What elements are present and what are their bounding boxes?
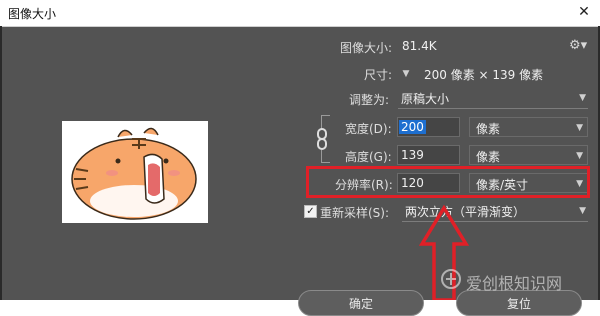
image-size-value: 81.4K <box>402 39 437 53</box>
height-label: 高度(G): <box>345 150 392 164</box>
dimensions-label: 尺寸: <box>364 68 393 82</box>
dimensions-value: 200 像素 × 139 像素 <box>424 68 544 82</box>
watermark-logo-icon <box>441 269 461 289</box>
image-preview <box>62 121 208 223</box>
width-unit: 像素 <box>476 122 501 136</box>
close-icon[interactable]: ✕ <box>574 2 594 22</box>
resample-checkbox[interactable]: ✓ <box>304 205 317 218</box>
width-input[interactable]: 200 <box>397 117 460 137</box>
height-unit: 像素 <box>476 150 501 164</box>
height-unit-select[interactable]: 像素 ▼ <box>469 145 588 165</box>
chevron-down-icon: ▼ <box>576 123 583 133</box>
chevron-down-icon[interactable]: ▼ <box>401 69 411 79</box>
height-input[interactable]: 139 <box>397 145 460 165</box>
reset-button-label: 复位 <box>506 297 531 311</box>
window-frame-left <box>0 26 2 300</box>
width-label: 宽度(D): <box>345 122 392 136</box>
link-chain-icon[interactable] <box>315 128 329 150</box>
chevron-down-icon: ▼ <box>579 93 586 103</box>
image-size-label: 图像大小: <box>340 41 393 55</box>
image-size-dialog: 图像大小 ✕ 图像大小: 81.4K ⚙▾ 尺寸: ▼ 200 像素 × 139… <box>0 0 600 316</box>
width-value: 200 <box>399 120 426 134</box>
highlight-box <box>306 166 590 198</box>
fit-to-label: 调整为: <box>349 93 390 107</box>
height-value: 139 <box>401 148 424 162</box>
fit-to-value: 原稿大小 <box>401 92 450 106</box>
ok-button-label: 确定 <box>348 297 373 311</box>
fit-to-dropdown[interactable]: 原稿大小 ▼ <box>398 88 588 109</box>
width-unit-select[interactable]: 像素 ▼ <box>469 117 588 137</box>
title-bar: 图像大小 ✕ <box>0 0 600 27</box>
ok-button[interactable]: 确定 <box>298 290 424 316</box>
watermark-text: 爱创根知识网 <box>466 274 563 293</box>
chevron-down-icon: ▼ <box>576 151 583 161</box>
window-title: 图像大小 <box>8 7 57 21</box>
chevron-down-icon: ▼ <box>579 206 586 216</box>
tiger-illustration <box>71 127 197 220</box>
gear-icon[interactable]: ⚙▾ <box>569 38 587 54</box>
resample-label: 重新采样(S): <box>320 206 390 220</box>
constrain-bracket-bottom <box>321 150 330 163</box>
